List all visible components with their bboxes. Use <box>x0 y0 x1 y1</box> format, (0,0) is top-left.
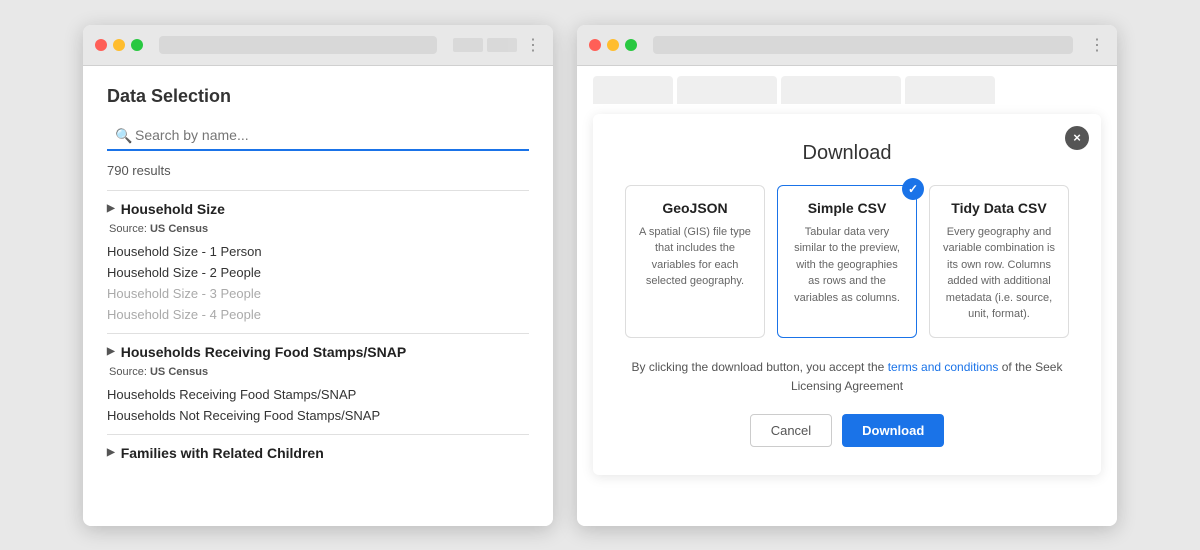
category-families[interactable]: ▶ Families with Related Children <box>107 445 529 461</box>
close-button-red[interactable] <box>589 39 601 51</box>
traffic-lights-left <box>95 39 143 51</box>
license-text: By clicking the download button, you acc… <box>625 358 1069 396</box>
tidy-csv-desc: Every geography and variable combination… <box>942 224 1056 323</box>
format-card-geojson[interactable]: GeoJSON A spatial (GIS) file type that i… <box>625 185 765 338</box>
left-toolbar: ⋮ <box>83 25 553 66</box>
maximize-button-green[interactable] <box>625 39 637 51</box>
modal-title: Download <box>625 142 1069 165</box>
cancel-button[interactable]: Cancel <box>750 414 832 447</box>
search-input[interactable] <box>107 121 529 151</box>
close-button-red[interactable] <box>95 39 107 51</box>
right-toolbar: ⋮ <box>577 25 1117 66</box>
minimize-button-yellow[interactable] <box>607 39 619 51</box>
arrow-icon: ▶ <box>107 346 115 357</box>
format-card-simple-csv[interactable]: ✓ Simple CSV Tabular data very similar t… <box>777 185 917 338</box>
modal-buttons: Cancel Download <box>625 414 1069 447</box>
category-name: Households Receiving Food Stamps/SNAP <box>121 344 407 360</box>
left-browser-window: ⋮ Data Selection 🔍 790 results ▶ Househo… <box>83 25 553 526</box>
list-item[interactable]: Household Size - 3 People <box>107 283 529 304</box>
divider-1 <box>107 333 529 334</box>
selected-checkmark: ✓ <box>902 178 924 200</box>
arrow-icon: ▶ <box>107 447 115 458</box>
minimize-button-yellow[interactable] <box>113 39 125 51</box>
category-source-0: Source: US Census <box>109 223 529 235</box>
results-count: 790 results <box>107 163 529 178</box>
list-item[interactable]: Household Size - 4 People <box>107 304 529 325</box>
tidy-csv-title: Tidy Data CSV <box>942 200 1056 216</box>
list-item[interactable]: Household Size - 1 Person <box>107 241 529 262</box>
geojson-desc: A spatial (GIS) file type that includes … <box>638 224 752 290</box>
divider-2 <box>107 434 529 435</box>
category-household-size[interactable]: ▶ Household Size <box>107 201 529 217</box>
modal-close-button[interactable]: × <box>1065 126 1089 150</box>
simple-csv-title: Simple CSV <box>790 200 904 216</box>
address-bar-left <box>159 36 437 54</box>
license-prefix: By clicking the download button, you acc… <box>632 360 888 374</box>
toolbar-menu-left[interactable]: ⋮ <box>525 35 541 55</box>
arrow-icon: ▶ <box>107 203 115 214</box>
category-source-1: Source: US Census <box>109 366 529 378</box>
panel-title: Data Selection <box>107 86 529 107</box>
geojson-title: GeoJSON <box>638 200 752 216</box>
list-item[interactable]: Household Size - 2 People <box>107 262 529 283</box>
format-card-tidy-csv[interactable]: Tidy Data CSV Every geography and variab… <box>929 185 1069 338</box>
maximize-button-green[interactable] <box>131 39 143 51</box>
bg-tab <box>781 76 901 104</box>
divider-top <box>107 190 529 191</box>
bg-tab <box>905 76 995 104</box>
background-tabs <box>577 66 1117 104</box>
download-button[interactable]: Download <box>842 414 944 447</box>
search-icon: 🔍 <box>115 127 132 144</box>
list-item[interactable]: Households Receiving Food Stamps/SNAP <box>107 384 529 405</box>
bg-tab <box>593 76 673 104</box>
download-modal: Download × GeoJSON A spatial (GIS) file … <box>593 114 1101 475</box>
category-name: Household Size <box>121 201 225 217</box>
right-browser-window: ⋮ Download × GeoJSON A spatial (GIS) fil… <box>577 25 1117 526</box>
search-container: 🔍 <box>107 121 529 151</box>
category-name: Families with Related Children <box>121 445 324 461</box>
simple-csv-desc: Tabular data very similar to the preview… <box>790 224 904 307</box>
toolbar-menu-right[interactable]: ⋮ <box>1089 35 1105 55</box>
left-browser-content: Data Selection 🔍 790 results ▶ Household… <box>83 66 553 526</box>
address-bar-right <box>653 36 1073 54</box>
category-food-stamps[interactable]: ▶ Households Receiving Food Stamps/SNAP <box>107 344 529 360</box>
list-item[interactable]: Households Not Receiving Food Stamps/SNA… <box>107 405 529 426</box>
format-cards-container: GeoJSON A spatial (GIS) file type that i… <box>625 185 1069 338</box>
license-link[interactable]: terms and conditions <box>888 360 999 374</box>
traffic-lights-right <box>589 39 637 51</box>
right-browser-content: Download × GeoJSON A spatial (GIS) file … <box>577 66 1117 526</box>
bg-tab <box>677 76 777 104</box>
